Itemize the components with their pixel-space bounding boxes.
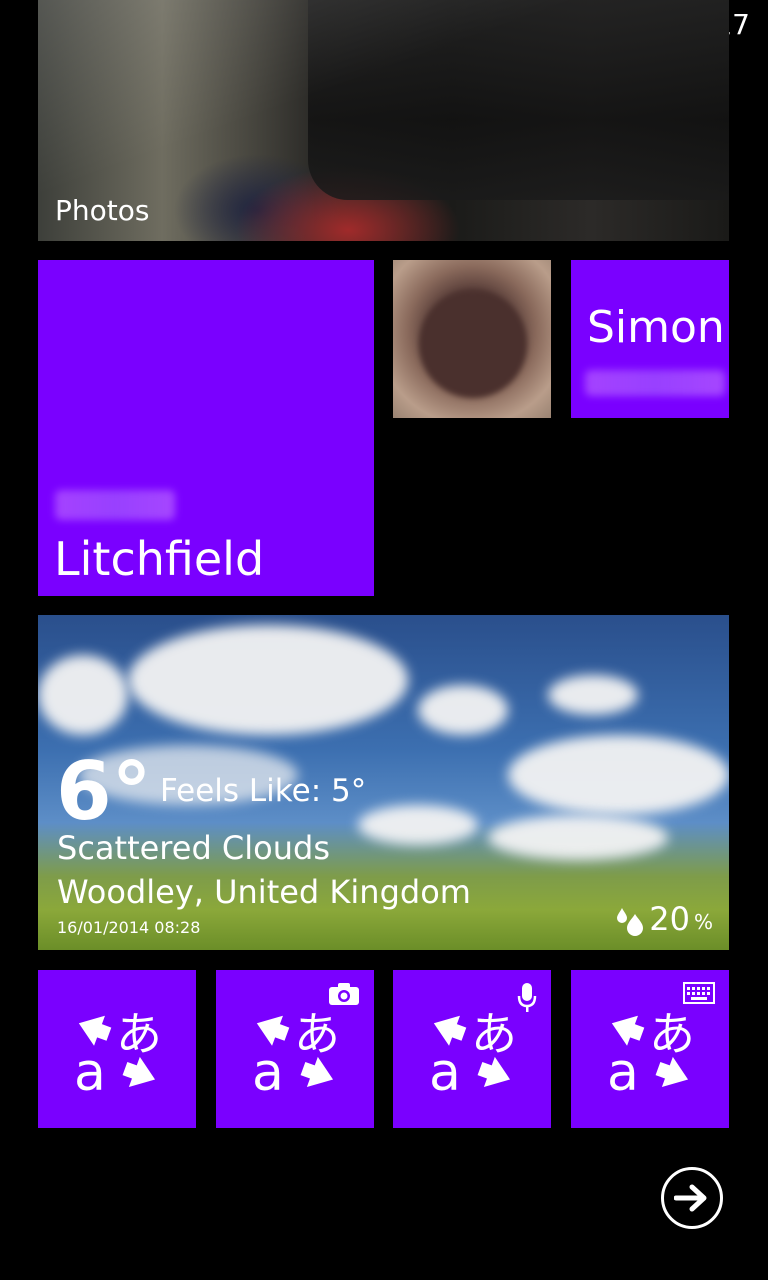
contact-tile-simon[interactable]: Simon	[571, 260, 729, 418]
svg-text:a: a	[74, 1043, 106, 1096]
temperature: 6°	[56, 745, 152, 838]
feels-like: Feels Like: 5°	[160, 773, 367, 809]
precipitation-unit: %	[693, 910, 713, 934]
translate-icon: あ a	[74, 1007, 162, 1096]
redacted-last-name	[585, 370, 725, 396]
translator-tile[interactable]: あ a	[38, 970, 196, 1128]
translate-icon: あ a	[429, 1007, 517, 1096]
translate-icon: あ a	[252, 1007, 340, 1096]
cloud-image	[548, 675, 638, 715]
translator-keyboard-tile[interactable]: あ a	[571, 970, 729, 1128]
contact-tile[interactable]: Litchfield	[38, 260, 374, 596]
cloud-image	[358, 805, 478, 845]
svg-text:あ: あ	[116, 1007, 162, 1061]
svg-text:あ: あ	[294, 1007, 340, 1061]
cloud-image	[38, 655, 128, 735]
svg-text:a: a	[607, 1043, 639, 1096]
svg-text:a: a	[429, 1043, 461, 1096]
weather-updated-time: 16/01/2014 08:28	[57, 918, 201, 937]
cloud-image	[418, 685, 508, 735]
svg-text:a: a	[252, 1043, 284, 1096]
cloud-image	[488, 815, 668, 860]
photos-tile-label: Photos	[55, 194, 150, 227]
precipitation: 20 %	[615, 900, 713, 938]
cloud-image	[128, 625, 408, 735]
translator-camera-tile[interactable]: あ a	[216, 970, 374, 1128]
precipitation-value: 20	[649, 900, 690, 938]
arrow-right-icon	[674, 1184, 707, 1212]
weather-location: Woodley, United Kingdom	[57, 873, 471, 911]
photos-tile[interactable]: Photos	[38, 0, 729, 241]
translate-icon: あ a	[607, 1007, 695, 1096]
microphone-icon	[517, 983, 537, 1012]
raindrops-icon	[617, 908, 644, 936]
weather-condition: Scattered Clouds	[57, 829, 330, 867]
contact-photo-tile[interactable]	[393, 260, 551, 418]
weather-tile[interactable]: 6° Feels Like: 5° Scattered Clouds Woodl…	[38, 615, 729, 950]
svg-text:あ: あ	[649, 1007, 695, 1061]
keyboard-icon	[683, 982, 715, 1004]
svg-text:あ: あ	[471, 1007, 517, 1061]
contact-first-name: Simon	[587, 302, 725, 353]
all-apps-arrow-button[interactable]	[661, 1167, 723, 1229]
camera-icon	[329, 983, 359, 1005]
redacted-first-name	[55, 490, 175, 520]
blurred-face-image	[419, 290, 527, 398]
cloud-image	[508, 735, 729, 815]
contact-last-name: Litchfield	[54, 532, 265, 586]
translator-voice-tile[interactable]: あ a	[393, 970, 551, 1128]
